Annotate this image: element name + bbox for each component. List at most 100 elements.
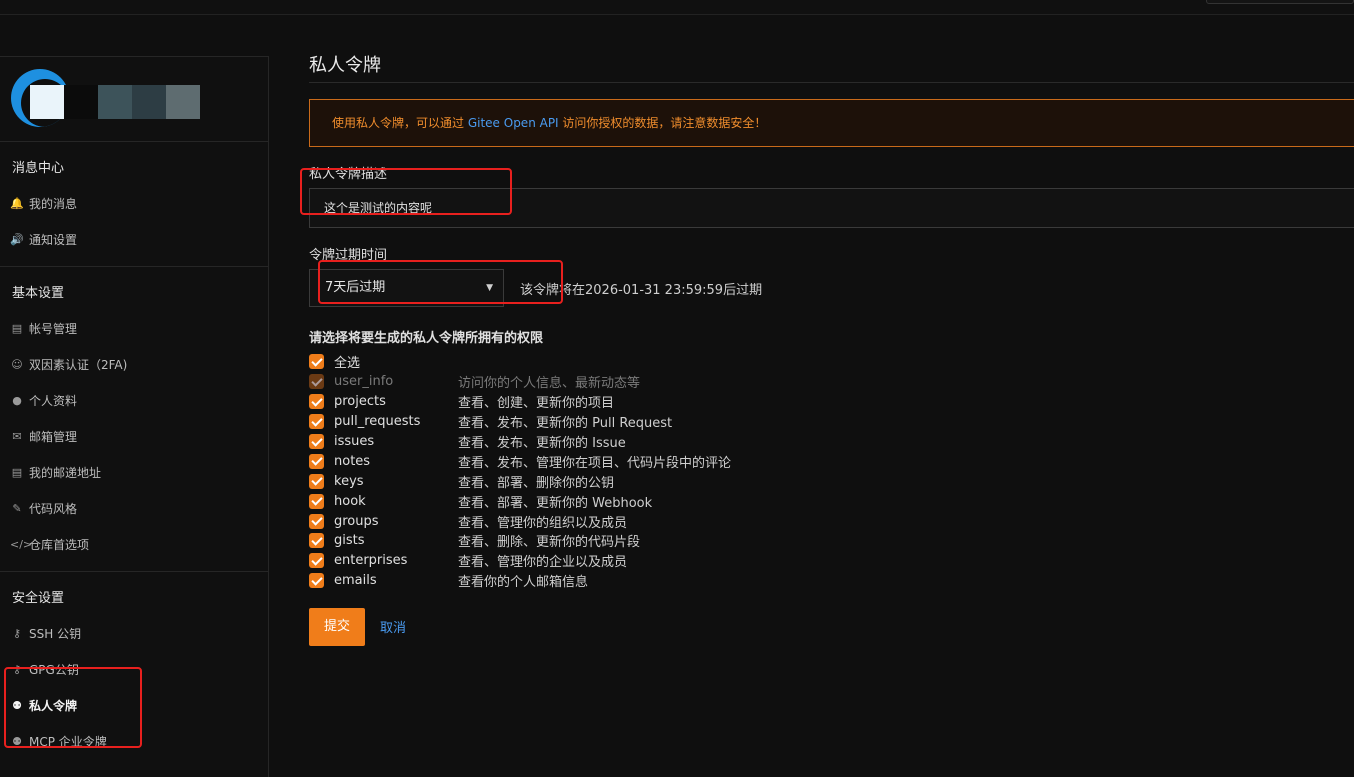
section-title: 基本设置 [12,286,65,301]
permission-row[interactable]: enterprises 查看、管理你的企业以及成员 [309,551,1354,571]
user-icon: ● [12,394,22,407]
section-title: 消息中心 [12,161,65,176]
permission-desc: 查看、发布、更新你的 Issue [458,436,626,451]
sidebar-item-label: 邮箱管理 [29,430,78,444]
sidebar-item-email[interactable]: ✉ 邮箱管理 [0,419,268,455]
section-title: 安全设置 [12,591,65,606]
sidebar-item-label: GPG公钥 [29,663,79,677]
sidebar-item-ssh-keys[interactable]: ⚷ SSH 公钥 [0,616,268,652]
permission-name: gists [334,533,365,549]
info-notice: 使用私人令牌，可以通过 Gitee Open API 访问你授权的数据，请注意数… [309,99,1354,147]
sidebar-item-2fa[interactable]: ☺ 双因素认证（2FA) [0,347,268,383]
form-actions: 提交 取消 [309,607,1354,646]
permission-row[interactable]: notes 查看、发布、管理你在项目、代码片段中的评论 [309,451,1354,471]
sidebar-section-messages: 消息中心 🔔 我的消息 🔊 通知设置 [0,142,268,267]
description-input[interactable]: 这个是测试的内容呢 [309,188,1354,228]
permission-row[interactable]: hook 查看、部署、更新你的 Webhook [309,491,1354,511]
sidebar-section-basic: 基本设置 ▤ 帐号管理 ☺ 双因素认证（2FA) ● 个人资料 ✉ 邮箱管理 ▤… [0,267,268,572]
sidebar-item-repo-preferences[interactable]: </> 仓库首选项 [0,527,268,563]
notice-text: 访问你授权的数据，请注意数据安全！ [558,116,767,130]
sidebar-item-mcp-tokens[interactable]: ⚉ MCP 企业令牌 [0,724,268,760]
permission-row[interactable]: pull_requests 查看、发布、更新你的 Pull Request [309,412,1354,432]
permission-desc: 查看、删除、更新你的代码片段 [458,535,641,551]
sidebar-item-label: 我的消息 [29,197,78,211]
expire-selected-value: 7天后过期 [325,280,386,295]
permission-name: issues [334,434,375,449]
user-lock-icon: ☺ [11,358,23,371]
submit-button[interactable]: 提交 [309,607,365,646]
permission-desc: 查看、发布、更新你的 Pull Request [458,416,673,432]
top-navbar [0,0,1354,15]
volume-icon: 🔊 [10,233,24,246]
sidebar-item-private-tokens[interactable]: ⚉ 私人令牌 [0,688,268,724]
sidebar-item-label: 双因素认证（2FA) [29,358,128,372]
sidebar-item-label: 通知设置 [29,233,78,247]
select-all-row[interactable]: 全选 [309,352,1354,372]
page-title: 私人令牌 [309,40,1354,83]
permission-desc: 查看、管理你的组织以及成员 [458,515,628,531]
permission-row[interactable]: groups 查看、管理你的组织以及成员 [309,511,1354,531]
permission-desc: 访问你的个人信息、最新动态等 [458,376,641,392]
key-icon: ⚷ [12,627,22,640]
id-card-icon: ▤ [11,322,23,335]
select-all-label: 全选 [334,356,361,372]
sidebar-item-label: MCP 企业令牌 [29,735,107,749]
permission-row: user_info 访问你的个人信息、最新动态等 [309,372,1354,392]
permission-row[interactable]: gists 查看、删除、更新你的代码片段 [309,531,1354,551]
permission-name: projects [334,394,386,410]
sidebar-item-address[interactable]: ▤ 我的邮递地址 [0,455,268,491]
sidebar-item-gpg-keys[interactable]: ⚷ GPG公钥 [0,652,268,688]
permission-checkbox[interactable] [309,573,324,589]
main-content: 私人令牌 使用私人令牌，可以通过 Gitee Open API 访问你授权的数据… [309,40,1354,646]
permission-name: notes [334,453,371,469]
permission-checkbox[interactable] [309,453,324,469]
permission-checkbox[interactable] [309,553,324,569]
profile-header [0,57,268,142]
permission-desc: 查看、发布、管理你在项目、代码片段中的评论 [458,455,732,471]
permission-checkbox[interactable] [309,434,324,449]
permission-name: hook [334,493,366,509]
username-pixelated [30,85,200,119]
permissions-title: 请选择将要生成的私人令牌所拥有的权限 [309,331,544,346]
top-search-input[interactable] [1206,0,1354,4]
permission-row[interactable]: projects 查看、创建、更新你的项目 [309,392,1354,412]
permission-row[interactable]: emails 查看你的个人邮箱信息 [309,571,1354,591]
key-icon: ⚷ [12,663,22,676]
permission-desc: 查看、部署、更新你的 Webhook [458,495,653,511]
sidebar-item-code-style[interactable]: ✎ 代码风格 [0,491,268,527]
permission-checkbox[interactable] [309,414,324,430]
sidebar-item-label: 私人令牌 [29,699,78,713]
sidebar-item-profile[interactable]: ● 个人资料 [0,383,268,419]
permission-checkbox[interactable] [309,394,324,410]
permission-checkbox[interactable] [309,533,324,549]
permission-checkbox[interactable] [309,493,324,509]
permission-row[interactable]: issues 查看、发布、更新你的 Issue [309,432,1354,452]
permission-name: enterprises [334,553,408,569]
gitee-open-api-link[interactable]: Gitee Open API [468,116,559,130]
caret-down-icon: ▼ [486,283,493,293]
sidebar-item-label: 仓库首选项 [29,538,90,552]
sidebar-item-label: 代码风格 [29,502,78,516]
description-label: 私人令牌描述 [309,167,388,182]
permission-row[interactable]: keys 查看、部署、删除你的公钥 [309,471,1354,491]
select-all-checkbox[interactable] [309,354,324,370]
user-secret-icon: ⚉ [12,735,22,748]
expire-label: 令牌过期时间 [309,248,388,263]
sidebar-item-my-messages[interactable]: 🔔 我的消息 [0,186,268,222]
permission-desc: 查看、管理你的企业以及成员 [458,555,628,571]
permission-name: groups [334,513,379,529]
sidebar-item-notification-settings[interactable]: 🔊 通知设置 [0,222,268,258]
notice-text: 使用私人令牌，可以通过 [332,116,468,130]
expire-select[interactable]: 7天后过期 ▼ [309,269,504,307]
brush-icon: ✎ [12,502,22,515]
sidebar-item-account[interactable]: ▤ 帐号管理 [0,311,268,347]
permission-name: pull_requests [334,414,421,430]
cancel-link[interactable]: 取消 [380,617,406,636]
permission-checkbox[interactable] [309,513,324,529]
sidebar-item-label: 我的邮递地址 [29,466,102,480]
permission-checkbox [309,374,324,390]
sidebar-item-label: SSH 公钥 [29,627,82,641]
sidebar-item-label: 个人资料 [29,394,78,408]
sidebar-item-label: 帐号管理 [29,322,78,336]
permission-checkbox[interactable] [309,473,324,489]
